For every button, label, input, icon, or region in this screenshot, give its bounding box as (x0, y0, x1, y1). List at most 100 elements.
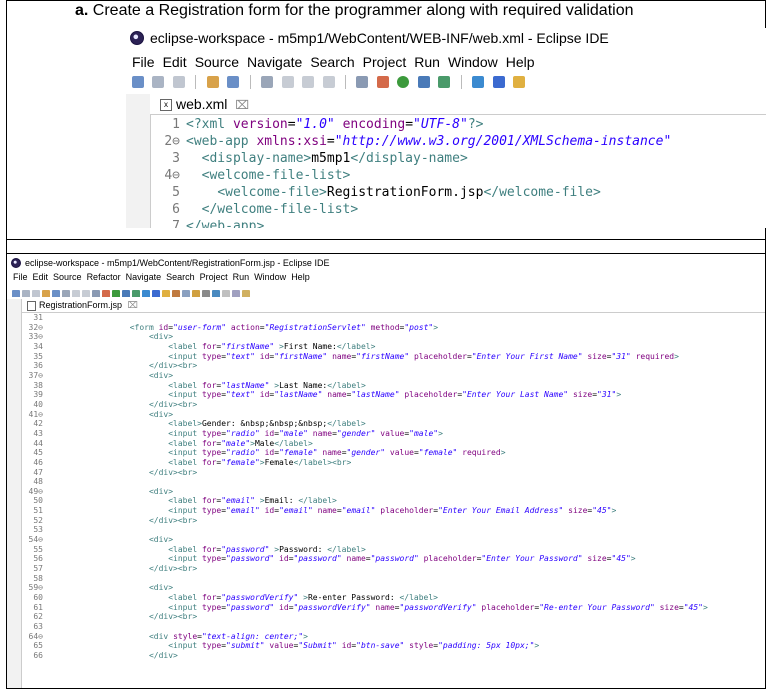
code-line: 49⊖ <div> (21, 487, 708, 497)
menu-run[interactable]: Run (414, 54, 440, 70)
menu-bar: File Edit Source Navigate Search Project Run Wi… (132, 54, 543, 70)
toolbar-button-icon[interactable] (22, 289, 30, 297)
toolbar-button-icon[interactable] (52, 289, 60, 297)
build-icon[interactable] (206, 75, 219, 88)
menu-navigate[interactable]: Navigate (247, 54, 302, 70)
menu-source[interactable]: Source (53, 272, 82, 282)
code-text: <label for="email" >Email: </label> (168, 496, 337, 506)
menu-window[interactable]: Window (254, 272, 286, 282)
toolbar-button-icon[interactable] (42, 289, 50, 297)
resume-icon[interactable] (281, 75, 294, 88)
line-number: 52 (33, 515, 43, 525)
toolbar-button-icon[interactable] (232, 289, 240, 297)
menu-navigate[interactable]: Navigate (126, 272, 162, 282)
toolbar-button-icon[interactable] (202, 289, 210, 297)
toolbar-button-icon[interactable] (32, 289, 40, 297)
menu-help[interactable]: Help (291, 272, 310, 282)
skip-icon[interactable] (261, 75, 274, 88)
code-text: <label for="male">Male</label> (168, 438, 313, 448)
close-icon[interactable]: ⌧ (128, 300, 138, 310)
new-icon[interactable] (132, 75, 144, 88)
run-icon[interactable] (397, 75, 410, 88)
toolbar-button-icon[interactable] (192, 289, 200, 297)
line-number: 36 (33, 361, 43, 371)
tab-label: web.xml (176, 96, 228, 112)
terminate-icon[interactable] (322, 75, 335, 88)
line-number: 64⊖ (28, 631, 43, 641)
toolbar-button-icon[interactable] (102, 289, 110, 297)
menu-project[interactable]: Project (200, 272, 228, 282)
coverage-icon[interactable] (417, 75, 430, 88)
step-icon[interactable] (356, 75, 369, 88)
console-icon[interactable] (227, 75, 240, 88)
menu-source[interactable]: Source (195, 54, 239, 70)
toolbar (130, 73, 766, 91)
line-number: 7 (172, 219, 180, 228)
line-number: 2⊖ (164, 134, 180, 149)
save-icon[interactable] (152, 75, 165, 88)
new-java-icon[interactable] (472, 75, 485, 88)
menu-window[interactable]: Window (448, 54, 498, 70)
line-number: 55 (33, 544, 43, 554)
line-number: 60 (33, 593, 43, 603)
menu-run[interactable]: Run (233, 272, 250, 282)
code-editor[interactable]: 1 <?xml version="1.0" encoding="UTF-8"?> 2… (150, 116, 671, 228)
code-line: 40 </div><br> (21, 400, 708, 410)
code-text: <input type="text" id="firstName" name="… (168, 351, 679, 361)
menu-file[interactable]: File (13, 272, 28, 282)
external-tools-icon[interactable] (438, 75, 451, 88)
debug-tool-icon[interactable] (376, 75, 389, 88)
toolbar-button-icon[interactable] (152, 289, 160, 297)
code-line: 51 <input type="email" id="email" name="… (21, 506, 708, 516)
new-class-icon[interactable] (492, 75, 505, 88)
line-number: 58 (33, 573, 43, 583)
menu-file[interactable]: File (132, 54, 155, 70)
code-line: 33⊖ <div> (21, 332, 708, 342)
save-all-icon[interactable] (172, 75, 185, 88)
code-line: 32⊖ <form id="user-form" action="Registr… (21, 323, 708, 333)
toolbar-button-icon[interactable] (162, 289, 170, 297)
code-line: 56 <input type="password" id="password" … (21, 554, 708, 564)
code-line: 59⊖ <div> (21, 583, 708, 593)
menu-help[interactable]: Help (506, 54, 535, 70)
code-text: </div><br> (148, 399, 198, 409)
toolbar-button-icon[interactable] (242, 289, 250, 297)
menu-search[interactable]: Search (166, 272, 195, 282)
toolbar-button-icon[interactable] (92, 289, 100, 297)
toolbar-button-icon[interactable] (142, 289, 150, 297)
toolbar-button-icon[interactable] (12, 289, 20, 297)
toolbar-button-icon[interactable] (122, 289, 130, 297)
line-number: 56 (33, 554, 43, 564)
toolbar-button-icon[interactable] (172, 289, 180, 297)
toolbar-button-icon[interactable] (182, 289, 190, 297)
menu-edit[interactable]: Edit (163, 54, 187, 70)
menu-project[interactable]: Project (363, 54, 407, 70)
line-number: 31 (33, 313, 43, 322)
toolbar-button-icon[interactable] (72, 289, 80, 297)
code-text: <input type="password" id="password" nam… (168, 554, 636, 564)
close-icon[interactable]: ⌧ (235, 98, 249, 112)
suspend-icon[interactable] (302, 75, 315, 88)
menu-search[interactable]: Search (310, 54, 354, 70)
tab-registration-form[interactable]: RegistrationForm.jsp ⌧ (27, 300, 138, 311)
toolbar-button-icon[interactable] (62, 289, 70, 297)
code-text: <div> (148, 409, 174, 419)
code-line: 3 <display-name>m5mp1</display-name> (150, 150, 671, 167)
tab-web-xml[interactable]: x web.xml ⌧ (160, 96, 249, 112)
toolbar-button-icon[interactable] (112, 289, 120, 297)
line-number: 59⊖ (28, 583, 43, 593)
separator (460, 74, 462, 89)
toolbar-button-icon[interactable] (222, 289, 230, 297)
code-editor[interactable]: 31 32⊖ <form id="user-form" action="Regis… (21, 313, 708, 661)
code-line: 6 </welcome-file-list> (150, 201, 671, 218)
task-caption: a. Create a Registration form for the pr… (75, 2, 634, 20)
open-type-icon[interactable] (513, 75, 526, 88)
code-text: <welcome-file>RegistrationForm.jsp</welc… (217, 185, 601, 200)
menu-edit[interactable]: Edit (33, 272, 49, 282)
menu-refactor[interactable]: Refactor (87, 272, 121, 282)
window-title-bar: eclipse-workspace - m5mp1/WebContent/Reg… (11, 258, 329, 268)
toolbar-button-icon[interactable] (82, 289, 90, 297)
code-text: <input type="radio" id="female" name="ge… (168, 448, 506, 458)
toolbar-button-icon[interactable] (132, 289, 140, 297)
toolbar-button-icon[interactable] (212, 289, 220, 297)
